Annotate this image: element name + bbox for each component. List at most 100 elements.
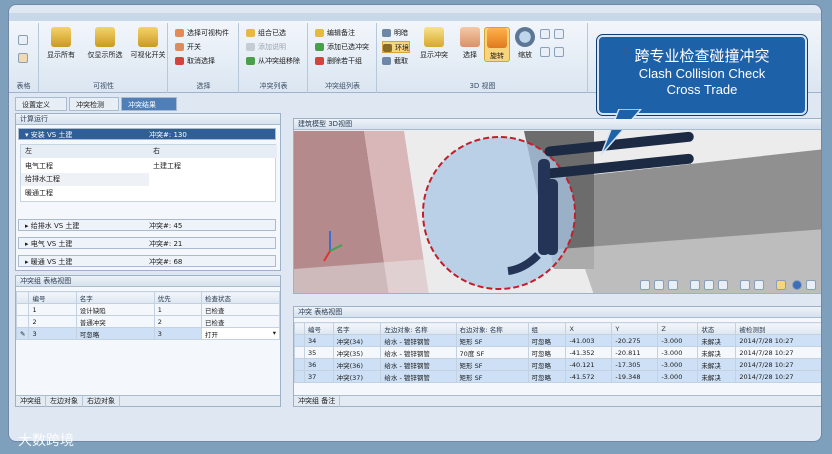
edit-note-icon [315,29,324,37]
group-label: 冲突列表 [259,82,288,90]
column-header[interactable]: 组 [527,322,567,335]
capture-icon [382,57,391,65]
arrange-icon[interactable] [754,280,764,290]
edit-note-button[interactable]: 编辑备注 [315,27,355,39]
globe-icon[interactable] [792,280,802,290]
column-header[interactable]: 名字 [332,322,382,335]
left-item: 给排水工程 [21,173,149,186]
callout-subtitle-en: Cross Trade [666,82,738,97]
crumb-clash-results[interactable]: 冲突结果 [121,97,177,111]
arrange-icon[interactable] [740,280,750,290]
hand-icon [460,27,480,47]
tab-group-notes[interactable]: 冲突组 备注 [294,396,341,407]
test-row[interactable]: ▸ 给排水 VS 土建 冲突#: 45 [18,219,276,231]
group-label: 3D 视图 [469,82,496,90]
left-item: 电气工程 [25,162,53,170]
capture-button[interactable]: 截取 [382,55,408,67]
zoom-in-icon[interactable] [540,29,550,39]
show-selected-icon [95,27,115,47]
toggle-button[interactable]: 开关 [175,41,201,53]
column-header[interactable]: 编号 [304,322,334,335]
ribbon-group-select: 选择可视构件 开关 取消选择 选择 [169,23,239,93]
clash-nav-icon[interactable] [654,280,664,290]
table-icon[interactable] [18,35,28,45]
deselect-icon [175,57,184,65]
show-all-button[interactable]: 显示所有 [44,27,78,60]
camera-icon[interactable] [806,280,816,290]
test-runs-panel: 计算运行 ▾ 安装 VS 土建 冲突#: 130 左 右 电气工程 给排水工程 … [15,113,281,271]
group-label: 表格 [16,82,31,90]
3d-scene [294,131,821,293]
rotate-button[interactable]: 旋转 [484,27,510,62]
panel-title: 冲突 表格视图 [294,307,821,318]
view-toolbar [640,279,820,291]
crumb-clash-detection[interactable]: 冲突检测 [69,97,119,111]
table-row[interactable]: 34 冲突(34) 给水 - 镀锌钢管 矩形 SF 可忽略 -41.003 -2… [294,334,821,347]
add-note-button[interactable]: 添加说明 [246,41,286,53]
test-row-selected[interactable]: ▾ 安装 VS 土建 冲突#: 130 [18,128,276,140]
column-header[interactable]: 右边对象: 名称 [455,322,529,335]
tab-clash-group[interactable]: 冲突组 [16,396,46,407]
3d-viewport[interactable]: 建筑模型 3D视图 [293,118,821,294]
column-header[interactable]: Y [611,322,659,335]
show-selected-button[interactable]: 仅显示所选 [84,27,126,60]
column-header[interactable]: 编号 [28,291,77,304]
grid-icon[interactable] [776,280,786,290]
column-header[interactable]: 优先 [153,291,202,304]
environment-button[interactable]: 环境 [382,41,410,53]
pan-icon[interactable] [540,47,550,57]
zoom-out-icon[interactable] [554,29,564,39]
column-header[interactable]: 检查状态 [200,291,281,304]
delete-groups-button[interactable]: 删除若干组 [315,55,362,67]
column-header[interactable]: 左边对象: 名称 [380,322,457,335]
shading-button[interactable]: 明暗 [382,27,408,39]
watermark: 大数跨境 [18,433,74,449]
callout-banner: 跨专业检查碰撞冲突 Clash Collision Check Cross Tr… [597,35,807,115]
group-panel-tabs: 冲突组 左边对象 右边对象 [16,395,280,407]
group-label: 可视性 [93,82,114,90]
ribbon-group-clash-group-list: 编辑备注 添加已选冲突 删除若干组 冲突组列表 [309,23,377,93]
show-all-icon [51,27,71,47]
toggle-visibility-button[interactable]: 可视化开关 [130,27,166,60]
select-tool-button[interactable]: 选择 [456,27,484,60]
clip-icon[interactable] [18,53,28,63]
chevron-down-icon: ▾ [272,328,276,337]
status-dropdown[interactable]: 打开 ▾ [200,327,281,340]
table-row-editing[interactable]: ✎ 3 可忽略 3 打开 ▾ [15,327,281,340]
column-header[interactable]: 被检测到 [735,322,821,335]
test-row[interactable]: ▸ 电气 VS 土建 冲突#: 21 [18,237,276,249]
show-clash-button[interactable]: 显示冲突 [416,27,452,60]
select-icon[interactable] [704,280,714,290]
remove-from-group-button[interactable]: 从冲突组移除 [246,55,300,67]
callout-pointer [600,109,642,156]
clash-group-table: 编号 名字 优先 检查状态 1 设计缺陷 1 已检查 2 普通冲突 2 已检查 … [15,291,281,340]
add-selected-clash-button[interactable]: 添加已选冲突 [315,41,369,53]
clash-nav-icon[interactable] [640,280,650,290]
riser-pipe [546,179,558,255]
fit-view-icon[interactable] [554,47,564,57]
tab-left-object[interactable]: 左边对象 [46,396,83,407]
table-row[interactable]: 35 冲突(35) 给水 - 镀锌钢管 70度 SF 可忽略 -41.352 -… [294,346,821,359]
column-header[interactable]: 状态 [697,322,737,335]
table-header-row: 编号 名字 左边对象: 名称 右边对象: 名称 组 X Y Z 状态 被检测到 [294,322,821,335]
group-selected-button[interactable]: 组合已选 [246,27,286,39]
table-row[interactable]: 37 冲突(37) 给水 - 镀锌钢管 矩形 SF 可忽略 -41.572 -1… [294,370,821,383]
select-icon[interactable] [690,280,700,290]
clash-nav-icon[interactable] [668,280,678,290]
breadcrumb: 设置定义 冲突检测 冲突结果 [15,97,315,111]
tab-right-object[interactable]: 右边对象 [83,396,120,407]
table-row[interactable]: 2 普通冲突 2 已检查 [15,315,281,328]
delete-icon [315,57,324,65]
upload-icon[interactable] [718,280,728,290]
column-header[interactable]: 名字 [75,291,155,304]
zoom-button[interactable]: 缩放 [512,27,538,60]
deselect-button[interactable]: 取消选择 [175,55,215,67]
select-visible-button[interactable]: 选择可视构件 [175,27,229,39]
column-header[interactable]: Z [657,322,699,335]
table-row[interactable]: 36 冲突(36) 给水 - 镀锌钢管 矩形 SF 可忽略 -40.121 -1… [294,358,821,371]
test-row[interactable]: ▸ 暖通 VS 土建 冲突#: 68 [18,255,276,267]
zoom-icon [515,27,535,47]
table-row[interactable]: 1 设计缺陷 1 已检查 [15,303,281,316]
column-header[interactable]: X [565,322,613,335]
crumb-settings[interactable]: 设置定义 [15,97,67,111]
